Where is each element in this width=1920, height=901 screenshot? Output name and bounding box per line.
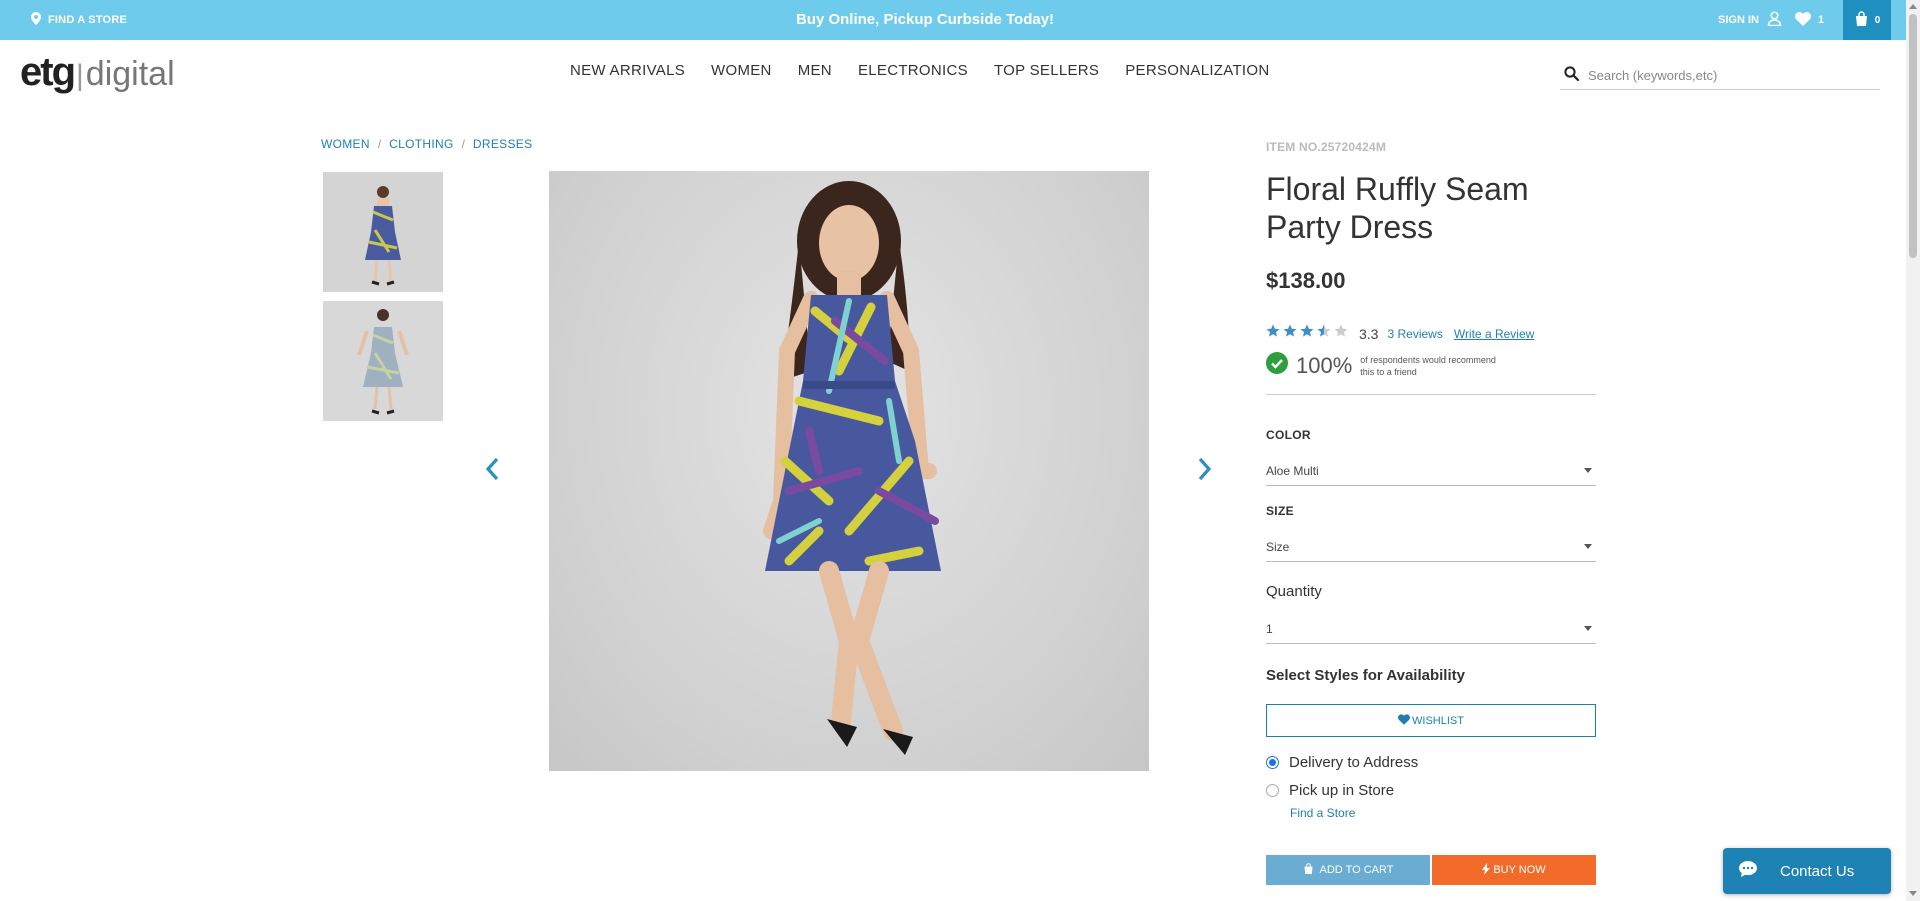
page: FIND A STORE Buy Online, Pickup Curbside… [0, 0, 1920, 901]
add-to-cart-button[interactable]: ADD TO CART [1266, 855, 1430, 885]
rating-row: 3.3 3 Reviews Write a Review [1266, 324, 1534, 343]
star-half-icon [1317, 324, 1331, 343]
logo-brand: etg [20, 50, 76, 94]
nav-men[interactable]: MEN [798, 62, 832, 79]
chevron-left-icon [484, 457, 500, 486]
wishlist-link-top[interactable]: 1 [1795, 0, 1824, 40]
sign-in-label: SIGN IN [1718, 14, 1759, 26]
recommend-block: 100% of respondents would recommend this… [1266, 352, 1510, 379]
wishlist-count: 1 [1818, 14, 1825, 26]
quantity-label: Quantity [1266, 583, 1322, 600]
quantity-select-value: 1 [1266, 621, 1273, 636]
bolt-icon [1482, 862, 1491, 878]
divider [1266, 394, 1596, 395]
pickup-radio[interactable] [1266, 784, 1279, 797]
star-empty-icon [1334, 324, 1348, 343]
product-thumbnail-front[interactable] [323, 172, 443, 292]
bag-icon [1303, 863, 1314, 877]
search-input[interactable] [1588, 68, 1868, 83]
logo[interactable]: etg | digital [20, 50, 175, 98]
user-icon [1767, 11, 1782, 29]
delivery-label: Delivery to Address [1289, 754, 1419, 771]
delivery-option[interactable]: Delivery to Address [1266, 754, 1418, 771]
chevron-down-icon [1584, 626, 1592, 631]
heart-icon [1795, 11, 1811, 29]
scroll-down-arrow[interactable] [1909, 891, 1917, 896]
chevron-down-icon [1584, 468, 1592, 473]
rating-value: 3.3 [1359, 325, 1379, 342]
size-select-value: Size [1266, 539, 1290, 554]
chat-icon [1738, 860, 1758, 882]
write-review-link[interactable]: Write a Review [1454, 327, 1534, 341]
search-icon[interactable] [1564, 65, 1580, 86]
check-icon [1266, 352, 1288, 379]
contact-us-chat-button[interactable]: Contact Us [1723, 848, 1891, 894]
bag-icon [1854, 11, 1869, 29]
wishlist-button-label: WISHLIST [1412, 714, 1464, 727]
size-label: SIZE [1266, 504, 1294, 518]
sign-in-link[interactable]: SIGN IN [1718, 0, 1782, 40]
scrollbar-thumb[interactable] [1909, 14, 1917, 258]
search-bar [1560, 62, 1880, 90]
color-select[interactable]: Aloe Multi [1266, 456, 1596, 486]
carousel-next-button[interactable] [1193, 454, 1217, 488]
cart-count: 0 [1874, 14, 1881, 26]
page-scrollbar[interactable] [1906, 0, 1920, 901]
delivery-radio[interactable] [1266, 756, 1279, 769]
carousel-prev-button[interactable] [480, 454, 504, 488]
item-number: ITEM NO.25720424M [1266, 140, 1387, 154]
promo-text: Buy Online, Pickup Curbside Today! [795, 11, 1055, 28]
quantity-select[interactable]: 1 [1266, 614, 1596, 644]
recommend-text: of respondents would recommend this to a… [1360, 354, 1496, 377]
nav-new-arrivals[interactable]: NEW ARRIVALS [570, 62, 685, 79]
product-price: $138.00 [1266, 268, 1346, 293]
heart-icon [1398, 713, 1410, 728]
breadcrumb-clothing[interactable]: CLOTHING [389, 137, 453, 151]
product-main-image[interactable] [549, 171, 1149, 771]
add-to-cart-label: ADD TO CART [1319, 864, 1394, 876]
chevron-down-icon [1584, 544, 1592, 549]
nav-women[interactable]: WOMEN [711, 62, 772, 79]
nav-electronics[interactable]: ELECTRONICS [858, 62, 968, 79]
find-store-link[interactable]: Find a Store [1290, 806, 1355, 820]
logo-sub: digital [85, 55, 175, 93]
star-icon [1266, 324, 1280, 343]
color-label: COLOR [1266, 428, 1311, 442]
cart-button[interactable]: 0 [1843, 0, 1891, 40]
breadcrumb-separator: / [377, 137, 382, 151]
nav-personalization[interactable]: PERSONALIZATION [1125, 62, 1269, 79]
breadcrumb-separator: / [461, 137, 465, 151]
product-title: Floral Ruffly Seam Party Dress [1266, 171, 1529, 245]
size-select[interactable]: Size [1266, 532, 1596, 562]
star-icon [1300, 324, 1314, 343]
pickup-label: Pick up in Store [1289, 782, 1395, 799]
breadcrumb: WOMEN / CLOTHING / DRESSES [321, 137, 532, 151]
scroll-up-arrow[interactable] [1909, 4, 1917, 9]
chevron-right-icon [1197, 457, 1213, 486]
breadcrumb-dresses[interactable]: DRESSES [473, 137, 532, 151]
star-icon [1283, 324, 1297, 343]
reviews-link[interactable]: 3 Reviews [1387, 327, 1442, 341]
buy-now-label: BUY NOW [1493, 864, 1546, 876]
buy-now-button[interactable]: BUY NOW [1432, 855, 1596, 885]
logo-separator: | [76, 59, 84, 92]
recommend-percent: 100% [1296, 352, 1353, 378]
color-select-value: Aloe Multi [1266, 463, 1319, 478]
contact-us-label: Contact Us [1780, 862, 1855, 880]
availability-title: Select Styles for Availability [1266, 667, 1465, 684]
wishlist-button[interactable]: WISHLIST [1266, 704, 1596, 737]
promo-bar: FIND A STORE Buy Online, Pickup Curbside… [0, 0, 1906, 40]
main-nav: NEW ARRIVALS WOMEN MEN ELECTRONICS TOP S… [570, 62, 1270, 79]
breadcrumb-women[interactable]: WOMEN [321, 137, 370, 151]
nav-top-sellers[interactable]: TOP SELLERS [994, 62, 1099, 79]
pickup-option[interactable]: Pick up in Store [1266, 782, 1394, 799]
product-thumbnail-back[interactable] [323, 301, 443, 421]
